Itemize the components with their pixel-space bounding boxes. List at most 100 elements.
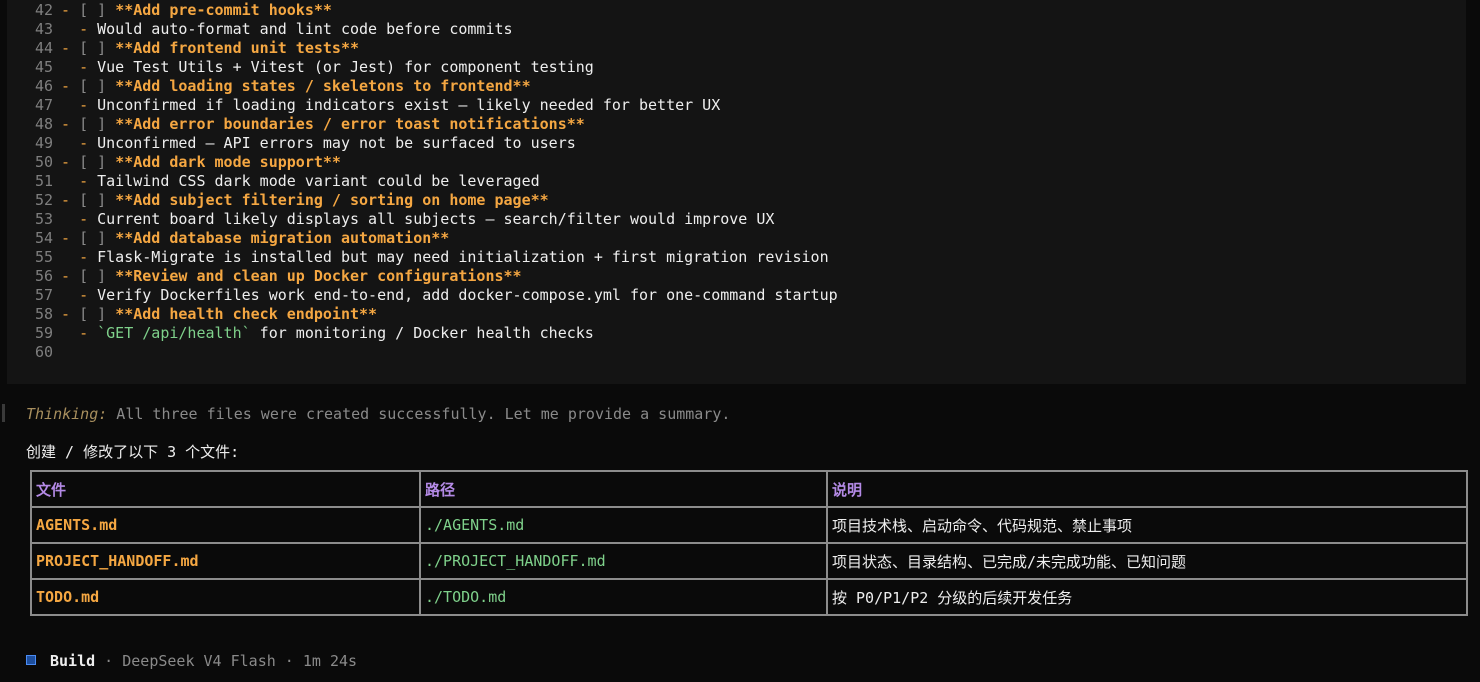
checkbox-marker: [ ] [79, 229, 107, 247]
task-note: Tailwind CSS dark mode variant could be … [97, 172, 540, 190]
task-title: **Add database migration automation** [115, 229, 450, 247]
sub-dash: - [79, 324, 89, 342]
status-footer: Build · DeepSeek V4 Flash · 1m 24s [26, 651, 357, 671]
files-table: 文件 路径 说明 AGENTS.md ./AGENTS.md 项目技术栈、启动命… [30, 470, 1468, 616]
list-dash: - [61, 305, 71, 323]
code-line: 48- [ ] **Add error boundaries / error t… [7, 115, 585, 134]
list-dash: - [61, 39, 71, 57]
code-line: 50- [ ] **Add dark mode support** [7, 153, 341, 172]
checkbox-marker: [ ] [79, 77, 107, 95]
checkbox-marker: [ ] [79, 191, 107, 209]
model-info: · DeepSeek V4 Flash · 1m 24s [95, 652, 358, 670]
list-dash: - [61, 1, 71, 19]
code-line: 59 - `GET /api/health` for monitoring / … [7, 324, 594, 343]
task-note: Would auto-format and lint code before c… [97, 20, 513, 38]
list-dash: - [61, 191, 71, 209]
line-number: 52 [34, 191, 53, 209]
table-cell-file: AGENTS.md [30, 506, 421, 544]
list-dash: - [61, 153, 71, 171]
code-line: 43 - Would auto-format and lint code bef… [7, 20, 513, 39]
task-title: **Add loading states / skeletons to fron… [115, 77, 531, 95]
checkbox-marker: [ ] [79, 153, 107, 171]
list-dash: - [61, 229, 71, 247]
task-note: for monitoring / Docker health checks [250, 324, 594, 342]
thinking-text: All three files were created successfull… [107, 405, 731, 423]
line-number: 56 [34, 267, 53, 285]
line-number: 51 [34, 172, 53, 190]
code-line: 57 - Verify Dockerfiles work end-to-end,… [7, 286, 838, 305]
table-cell-path: ./AGENTS.md [419, 506, 828, 544]
table-cell-desc: 按 P0/P1/P2 分级的后续开发任务 [826, 578, 1468, 616]
task-note: Verify Dockerfiles work end-to-end, add … [97, 286, 838, 304]
thinking-bar [2, 404, 5, 422]
sub-dash: - [79, 134, 89, 152]
code-line: 53 - Current board likely displays all s… [7, 210, 775, 229]
table-cell-desc: 项目技术栈、启动命令、代码规范、禁止事项 [826, 506, 1468, 544]
code-line: 52- [ ] **Add subject filtering / sortin… [7, 191, 549, 210]
code-line: 46- [ ] **Add loading states / skeletons… [7, 77, 531, 96]
line-number: 60 [34, 343, 53, 361]
code-block: 42- [ ] **Add pre-commit hooks** 43 - Wou… [7, 0, 1466, 384]
table-cell-path: ./PROJECT_HANDOFF.md [419, 542, 828, 580]
sub-dash: - [79, 96, 89, 114]
checkbox-marker: [ ] [79, 267, 107, 285]
task-note: Current board likely displays all subjec… [97, 210, 775, 228]
line-number: 50 [34, 153, 53, 171]
code-line: 54- [ ] **Add database migration automat… [7, 229, 449, 248]
line-number: 53 [34, 210, 53, 228]
code-line: 47 - Unconfirmed if loading indicators e… [7, 96, 720, 115]
line-number: 49 [34, 134, 53, 152]
table-header-desc: 说明 [826, 470, 1468, 508]
task-title: **Review and clean up Docker configurati… [115, 267, 522, 285]
checkbox-marker: [ ] [79, 39, 107, 57]
inline-code: `GET /api/health` [97, 324, 251, 342]
build-mode-icon [26, 654, 36, 665]
code-line: 51 - Tailwind CSS dark mode variant coul… [7, 172, 540, 191]
table-row: TODO.md ./TODO.md 按 P0/P1/P2 分级的后续开发任务 [30, 578, 1468, 616]
task-title: **Add pre-commit hooks** [115, 1, 332, 19]
task-title: **Add dark mode support** [115, 153, 341, 171]
checkbox-marker: [ ] [79, 115, 107, 133]
sub-dash: - [79, 210, 89, 228]
task-note: Flask-Migrate is installed but may need … [97, 248, 829, 266]
list-dash: - [61, 77, 71, 95]
task-title: **Add error boundaries / error toast not… [115, 115, 585, 133]
table-header-path: 路径 [419, 470, 828, 508]
code-line: 45 - Vue Test Utils + Vitest (or Jest) f… [7, 58, 594, 77]
build-label: Build [50, 652, 96, 670]
terminal-window: 42- [ ] **Add pre-commit hooks** 43 - Wou… [0, 0, 1480, 682]
thinking-line: Thinking: All three files were created s… [26, 404, 730, 424]
code-line: 60 [7, 343, 61, 362]
table-cell-path: ./TODO.md [419, 578, 828, 616]
line-number: 42 [34, 1, 53, 19]
summary-text: 创建 / 修改了以下 3 个文件: [26, 443, 240, 461]
sub-dash: - [79, 172, 89, 190]
checkbox-marker: [ ] [79, 305, 107, 323]
table-cell-file: TODO.md [30, 578, 421, 616]
code-line: 58- [ ] **Add health check endpoint** [7, 305, 377, 324]
code-line: 55 - Flask-Migrate is installed but may … [7, 248, 829, 267]
sub-dash: - [79, 286, 89, 304]
line-number: 46 [34, 77, 53, 95]
task-note: Vue Test Utils + Vitest (or Jest) for co… [97, 58, 594, 76]
table-row: AGENTS.md ./AGENTS.md 项目技术栈、启动命令、代码规范、禁止… [30, 506, 1468, 544]
table-cell-file: PROJECT_HANDOFF.md [30, 542, 421, 580]
line-number: 43 [34, 20, 53, 38]
line-number: 45 [34, 58, 53, 76]
checkbox-marker: [ ] [79, 1, 107, 19]
task-note: Unconfirmed — API errors may not be surf… [97, 134, 576, 152]
task-note: Unconfirmed if loading indicators exist … [97, 96, 721, 114]
code-line: 44- [ ] **Add frontend unit tests** [7, 39, 359, 58]
code-line: 42- [ ] **Add pre-commit hooks** [7, 1, 332, 20]
thinking-label: Thinking: [26, 405, 108, 423]
line-number: 54 [34, 229, 53, 247]
table-cell-desc: 项目状态、目录结构、已完成/未完成功能、已知问题 [826, 542, 1468, 580]
code-line: 49 - Unconfirmed — API errors may not be… [7, 134, 576, 153]
task-title: **Add health check endpoint** [115, 305, 378, 323]
table-row: PROJECT_HANDOFF.md ./PROJECT_HANDOFF.md … [30, 542, 1468, 580]
code-line: 56- [ ] **Review and clean up Docker con… [7, 267, 522, 286]
line-number: 58 [34, 305, 53, 323]
sub-dash: - [79, 248, 89, 266]
line-number: 47 [34, 96, 53, 114]
sub-dash: - [79, 20, 89, 38]
